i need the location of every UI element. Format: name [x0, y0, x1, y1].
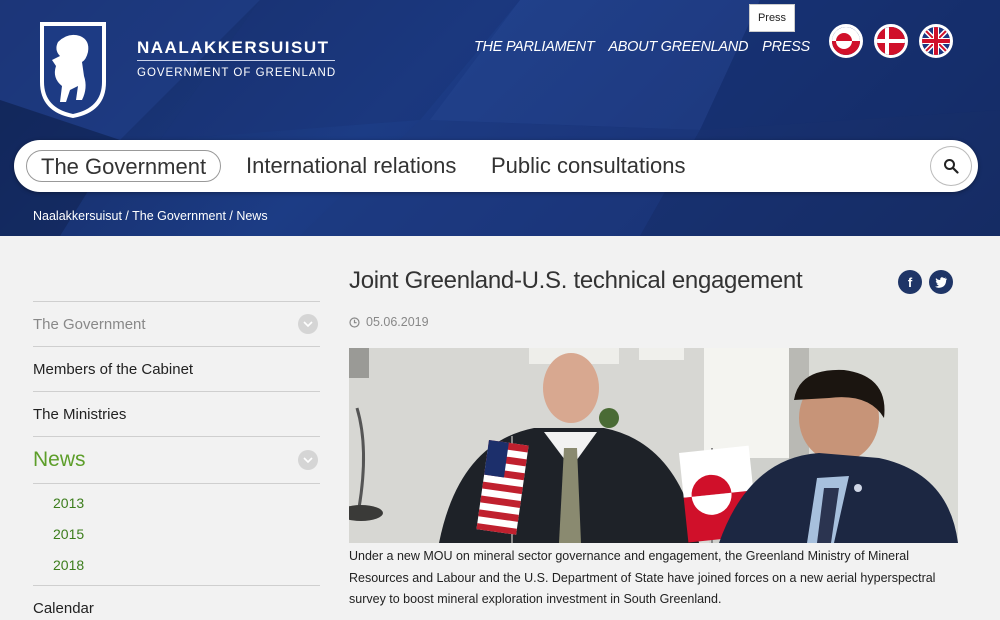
news-year-2013-link[interactable]: 2013 — [33, 488, 320, 519]
breadcrumb[interactable]: Naalakkersuisut / The Government / News — [33, 209, 268, 223]
article-title: Joint Greenland-U.S. technical engagemen… — [349, 267, 803, 294]
sidebar-item-the-ministries[interactable]: The Ministries — [33, 391, 320, 436]
brand-subtitle: GOVERNMENT OF GREENLAND — [137, 67, 337, 79]
sidebar-navigation: The Government Members of the Cabinet Th… — [33, 301, 320, 620]
chevron-down-icon[interactable] — [298, 450, 318, 470]
nav-tab-the-government[interactable]: The Government — [26, 150, 222, 182]
search-icon — [944, 159, 959, 174]
sidebar-item-news[interactable]: News — [33, 436, 320, 483]
article-photo — [349, 348, 958, 543]
topnav-parliament-link[interactable]: THE PARLIAMENT — [474, 39, 595, 55]
topnav-press-link[interactable]: PRESS — [762, 39, 810, 55]
facebook-share-icon[interactable]: f — [898, 270, 922, 294]
news-year-2018-link[interactable]: 2018 — [33, 550, 320, 581]
nav-tab-international-relations[interactable]: International relations — [246, 150, 456, 182]
press-tooltip: Press — [749, 4, 795, 32]
sidebar-item-label: Members of the Cabinet — [33, 360, 194, 378]
article-date: 05.06.2019 — [349, 315, 429, 329]
news-year-2015-link[interactable]: 2015 — [33, 519, 320, 550]
site-header: NAALAKKERSUISUT GOVERNMENT OF GREENLAND … — [0, 0, 1000, 236]
news-year-list: 2013 2015 2018 — [33, 483, 320, 585]
search-button[interactable] — [930, 146, 972, 186]
sidebar-item-label: The Ministries — [33, 405, 127, 423]
brand-name: NAALAKKERSUISUT — [137, 38, 330, 57]
sidebar-item-members-of-the-cabinet[interactable]: Members of the Cabinet — [33, 346, 320, 391]
greenland-flag-icon[interactable] — [829, 24, 863, 58]
chevron-down-icon[interactable] — [298, 314, 318, 334]
greenland-coat-of-arms-logo[interactable] — [38, 20, 108, 120]
article-date-text: 05.06.2019 — [366, 315, 429, 329]
article-caption: Under a new MOU on mineral sector govern… — [349, 549, 936, 606]
main-navigation-bar: The Government International relations P… — [14, 140, 978, 192]
uk-flag-icon[interactable] — [919, 24, 953, 58]
denmark-flag-icon[interactable] — [874, 24, 908, 58]
sidebar-item-label: News — [33, 448, 86, 471]
twitter-share-icon[interactable] — [929, 270, 953, 294]
topnav-about-greenland-link[interactable]: ABOUT GREENLAND — [608, 39, 748, 55]
nav-tab-public-consultations[interactable]: Public consultations — [491, 150, 685, 182]
top-navigation: THE PARLIAMENT ABOUT GREENLAND PRESS — [474, 39, 810, 55]
sidebar-item-label: Calendar — [33, 599, 94, 617]
clock-icon — [349, 316, 360, 328]
brand-divider — [137, 60, 335, 61]
sidebar-item-calendar[interactable]: Calendar — [33, 585, 320, 620]
sidebar-item-the-government[interactable]: The Government — [33, 301, 320, 346]
sidebar-item-label: The Government — [33, 315, 146, 333]
